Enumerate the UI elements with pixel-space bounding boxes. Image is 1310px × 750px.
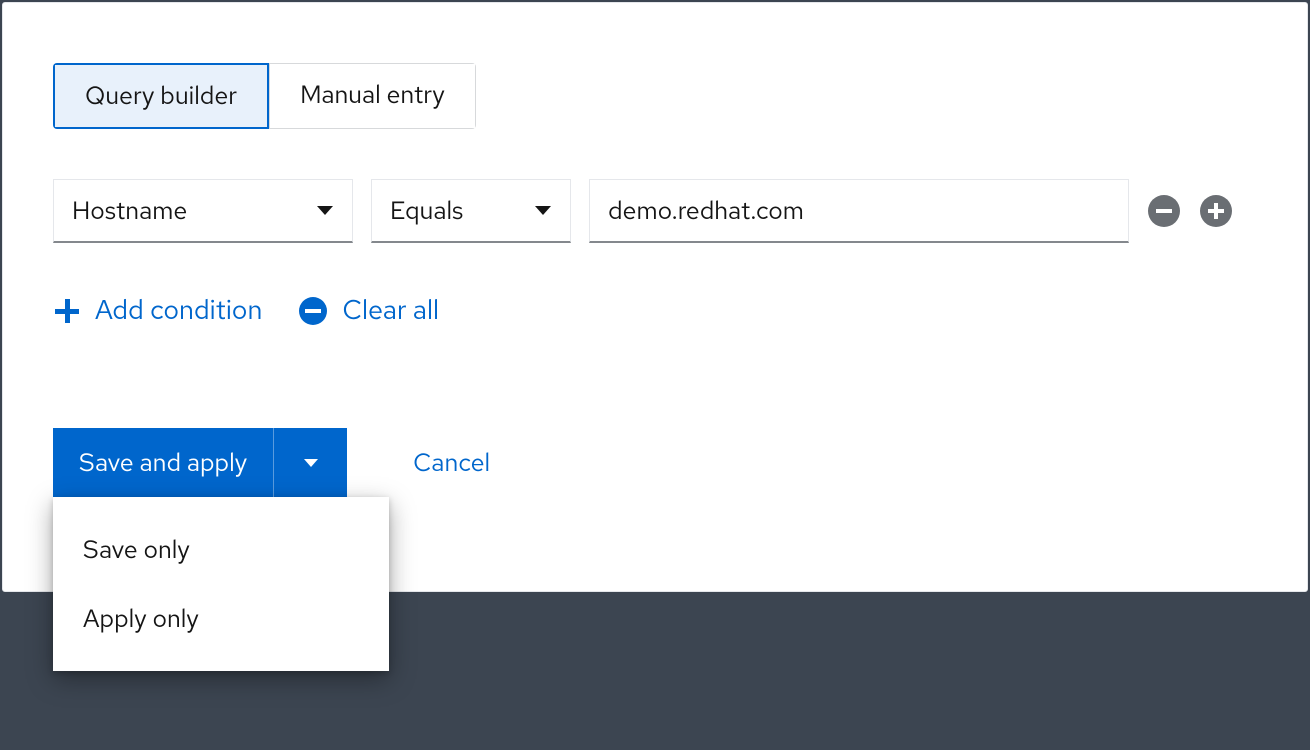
save-and-apply-dropdown-toggle[interactable]	[273, 428, 347, 497]
save-apply-split-button: Save and apply Save only Apply only	[53, 428, 347, 497]
operator-select[interactable]: Equals	[371, 179, 571, 243]
add-condition-button[interactable]	[1199, 194, 1233, 228]
caret-down-icon	[303, 458, 319, 468]
menu-item-apply-only[interactable]: Apply only	[53, 584, 389, 653]
field-select[interactable]: Hostname	[53, 179, 353, 243]
add-condition-label: Add condition	[95, 293, 262, 328]
footer-actions: Save and apply Save only Apply only Canc…	[53, 428, 1257, 497]
caret-down-icon	[316, 205, 334, 217]
minus-circle-icon	[298, 296, 328, 326]
condition-row: Hostname Equals	[53, 179, 1257, 243]
menu-item-save-only[interactable]: Save only	[53, 515, 389, 584]
tab-query-builder[interactable]: Query builder	[53, 63, 269, 129]
save-apply-dropdown-menu: Save only Apply only	[53, 497, 389, 671]
clear-all-link[interactable]: Clear all	[298, 293, 439, 328]
caret-down-icon	[534, 205, 552, 217]
query-panel: Query builder Manual entry Hostname Equa…	[2, 2, 1308, 592]
save-and-apply-button[interactable]: Save and apply	[53, 428, 273, 497]
add-condition-link[interactable]: Add condition	[53, 293, 262, 328]
mode-toggle-group: Query builder Manual entry	[53, 63, 476, 129]
tab-manual-entry[interactable]: Manual entry	[269, 63, 476, 129]
value-input[interactable]	[589, 179, 1129, 243]
cancel-link[interactable]: Cancel	[413, 446, 490, 479]
link-actions-row: Add condition Clear all	[53, 293, 1257, 328]
operator-select-value: Equals	[390, 194, 463, 227]
remove-condition-button[interactable]	[1147, 194, 1181, 228]
plus-icon	[53, 297, 81, 325]
clear-all-label: Clear all	[342, 293, 439, 328]
field-select-value: Hostname	[72, 194, 187, 227]
